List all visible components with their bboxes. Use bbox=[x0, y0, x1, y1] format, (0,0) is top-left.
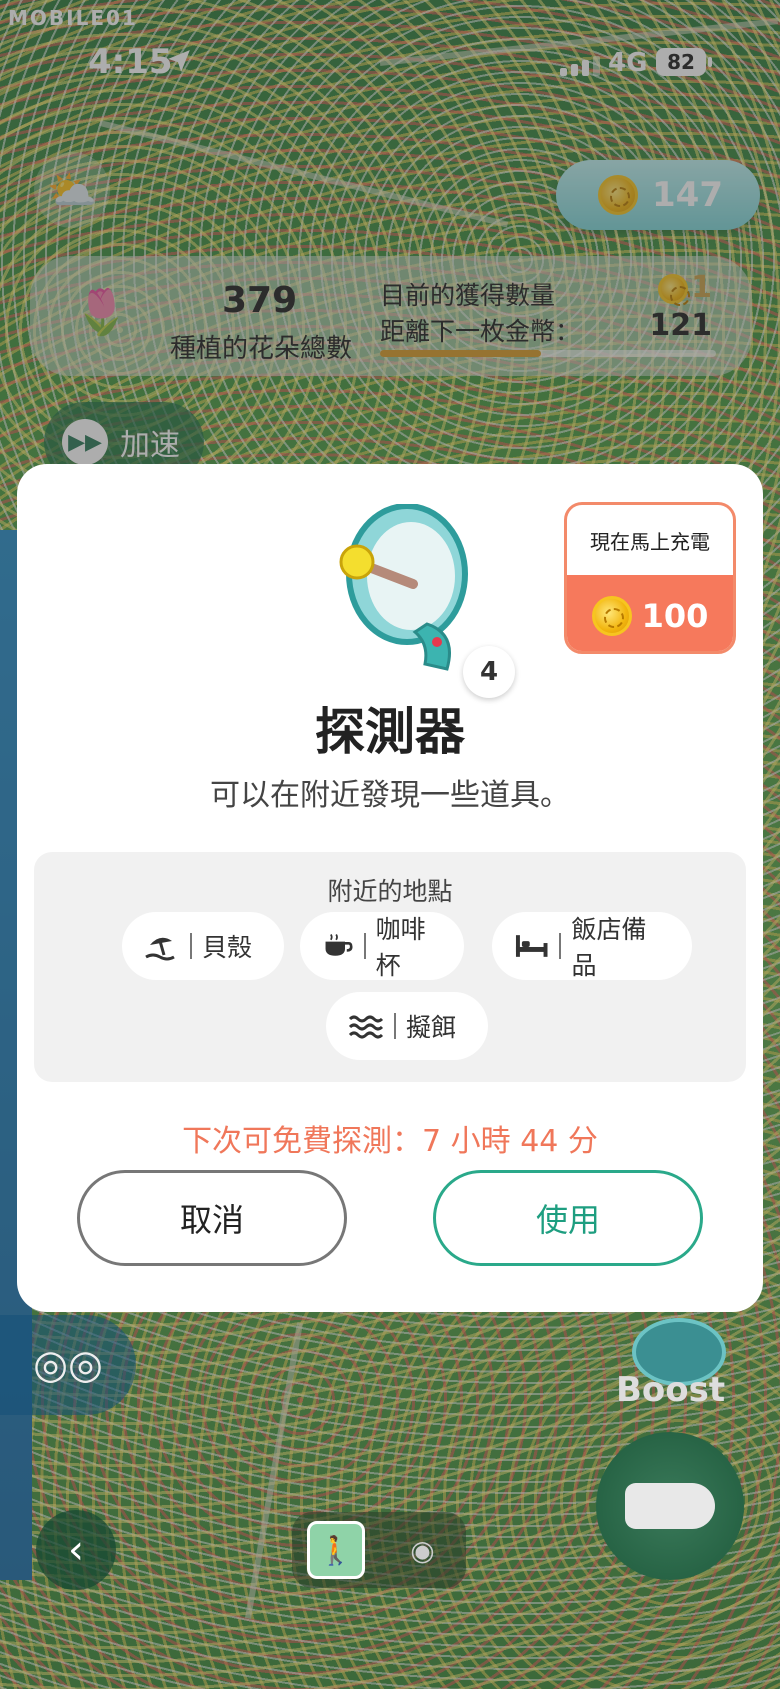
place-label: 貝殼 bbox=[202, 933, 253, 962]
coin-icon bbox=[591, 596, 632, 636]
walk-mode-icon[interactable]: 🚶 bbox=[306, 1521, 365, 1579]
beach-icon bbox=[145, 937, 175, 961]
place-label: 咖啡杯 bbox=[375, 915, 426, 980]
item-description: 可以在附近發現一些道具。 bbox=[210, 778, 570, 813]
detector-icon bbox=[339, 504, 468, 671]
nearby-title: 附近的地點 bbox=[327, 877, 453, 906]
nearby-places-panel: 附近的地點 貝殼 咖啡杯 飯店備品 擬餌 bbox=[34, 852, 746, 1082]
view-mode-switch: 🚶 ◉ bbox=[292, 1512, 466, 1588]
place-label: 飯店備品 bbox=[571, 915, 647, 980]
whistle-button[interactable] bbox=[596, 1432, 744, 1580]
binoculars-button[interactable]: ◎◎ bbox=[0, 1315, 136, 1415]
chevron-left-icon: ‹ bbox=[68, 1527, 84, 1573]
place-chip-shell[interactable]: 貝殼 bbox=[122, 912, 284, 980]
place-chip-coffee-cup[interactable]: 咖啡杯 bbox=[300, 912, 464, 980]
recharge-now-button[interactable]: 現在馬上充電 100 bbox=[564, 502, 736, 654]
item-modal: 現在馬上充電 100 4 探測器 可以在附近發現一些道具。 附近的地點 貝殼 咖… bbox=[17, 464, 763, 1312]
item-count-badge: 4 bbox=[463, 646, 515, 698]
back-button[interactable]: ‹ bbox=[36, 1510, 116, 1590]
recharge-cost: 100 bbox=[641, 597, 709, 635]
use-button[interactable]: 使用 bbox=[433, 1170, 703, 1266]
item-name: 探測器 bbox=[315, 703, 465, 761]
coffee-cup-icon bbox=[325, 934, 353, 956]
boost-button[interactable]: Boost bbox=[616, 1318, 736, 1428]
waves-icon bbox=[348, 1015, 384, 1039]
bed-icon bbox=[515, 935, 548, 957]
next-free-scan-timer: 下次可免費探測：7 小時 44 分 bbox=[182, 1124, 598, 1159]
boost-label: Boost bbox=[616, 1370, 726, 1410]
binoculars-icon: ◎◎ bbox=[33, 1342, 103, 1388]
cancel-button[interactable]: 取消 bbox=[77, 1170, 347, 1266]
recharge-label: 現在馬上充電 bbox=[590, 529, 710, 554]
whistle-icon bbox=[625, 1483, 715, 1529]
place-label: 擬餌 bbox=[406, 1013, 457, 1042]
place-chip-hotel-amenities[interactable]: 飯店備品 bbox=[492, 912, 692, 980]
place-chip-lure[interactable]: 擬餌 bbox=[326, 992, 488, 1060]
map-mode-icon[interactable]: ◉ bbox=[394, 1521, 452, 1579]
